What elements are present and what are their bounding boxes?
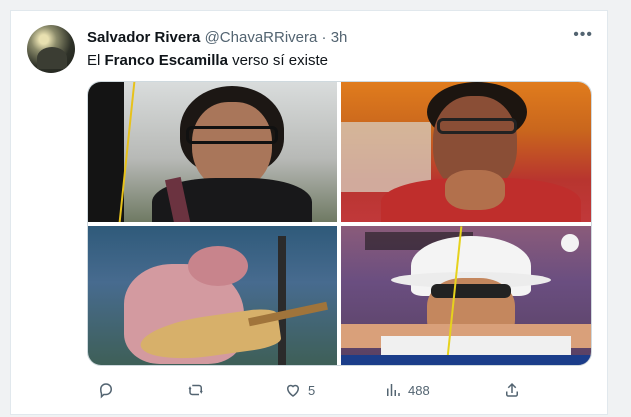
like-button[interactable]: 5 [284, 379, 315, 401]
media-image-4[interactable] [341, 226, 591, 365]
share-button[interactable] [503, 379, 521, 401]
media-grid [87, 81, 592, 366]
retweet-icon [188, 384, 203, 396]
reply-icon [99, 383, 113, 399]
tweet-header: Salvador Rivera @ChavaRRivera · 3h [87, 28, 347, 48]
person-face [192, 102, 272, 190]
cartoon-post [278, 236, 286, 365]
person-hand [445, 170, 505, 210]
retweet-button[interactable] [187, 379, 205, 401]
avatar[interactable] [27, 25, 75, 73]
glasses [437, 118, 517, 134]
tweet-text-suffix: verso sí existe [227, 52, 328, 69]
media-image-2[interactable] [341, 82, 591, 222]
views-count: 488 [408, 382, 430, 398]
image-border-bar [88, 82, 124, 222]
sunglasses [431, 284, 511, 298]
tweet-card[interactable]: Salvador Rivera @ChavaRRivera · 3h ••• E… [10, 10, 608, 415]
tweet-text-bold: Franco Escamilla [104, 52, 228, 69]
timestamp[interactable]: 3h [331, 29, 348, 46]
media-image-3[interactable] [88, 226, 337, 365]
like-icon [286, 384, 300, 397]
separator: · [321, 29, 327, 46]
glasses [186, 126, 278, 144]
reply-button[interactable] [97, 379, 115, 401]
tweet-text-prefix: El [87, 52, 105, 69]
display-name[interactable]: Salvador Rivera [87, 29, 200, 46]
like-count: 5 [308, 382, 316, 398]
tweet-text: El Franco Escamilla verso sí existe [87, 51, 328, 71]
views-button[interactable]: 488 [384, 379, 430, 401]
share-icon [506, 382, 518, 397]
more-icon[interactable]: ••• [573, 26, 593, 44]
tweet-actions: 5 488 [87, 379, 592, 403]
views-icon [387, 384, 400, 396]
broadcast-ticker [341, 355, 591, 365]
media-image-1[interactable] [88, 82, 337, 222]
user-handle[interactable]: @ChavaRRivera [205, 29, 318, 46]
cartoon-head [188, 246, 248, 286]
broadcast-logo [561, 234, 579, 252]
